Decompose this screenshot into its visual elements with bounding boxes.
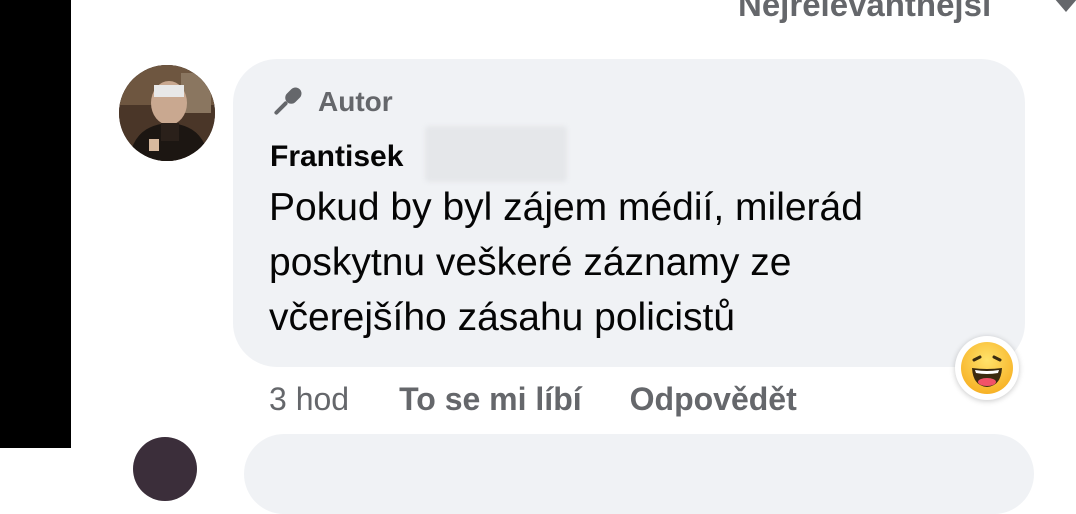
sort-dropdown-label[interactable]: Nejrelevantnější (738, 0, 991, 24)
commenter-avatar[interactable] (119, 65, 215, 161)
comment-text: Pokud by byl zájem médií, milerád poskyt… (269, 186, 863, 339)
author-badge-label: Autor (318, 86, 393, 117)
comment-actions: 3 hod To se mi líbí Odpovědět (269, 376, 845, 422)
comment-timestamp[interactable]: 3 hod (269, 381, 349, 418)
next-commenter-avatar[interactable] (133, 437, 197, 501)
left-black-bar (0, 0, 71, 448)
blurred-surname (425, 126, 567, 182)
reply-button[interactable]: Odpovědět (630, 381, 797, 418)
chevron-down-icon[interactable] (1050, 0, 1076, 22)
microphone-icon (274, 87, 302, 115)
reaction-badge[interactable] (955, 336, 1019, 400)
haha-emoji-icon (961, 342, 1013, 394)
like-button[interactable]: To se mi líbí (399, 381, 582, 418)
next-comment-bubble (244, 434, 1034, 514)
author-badge: Autor (268, 82, 393, 122)
commenter-name[interactable]: Frantisek (270, 140, 403, 174)
